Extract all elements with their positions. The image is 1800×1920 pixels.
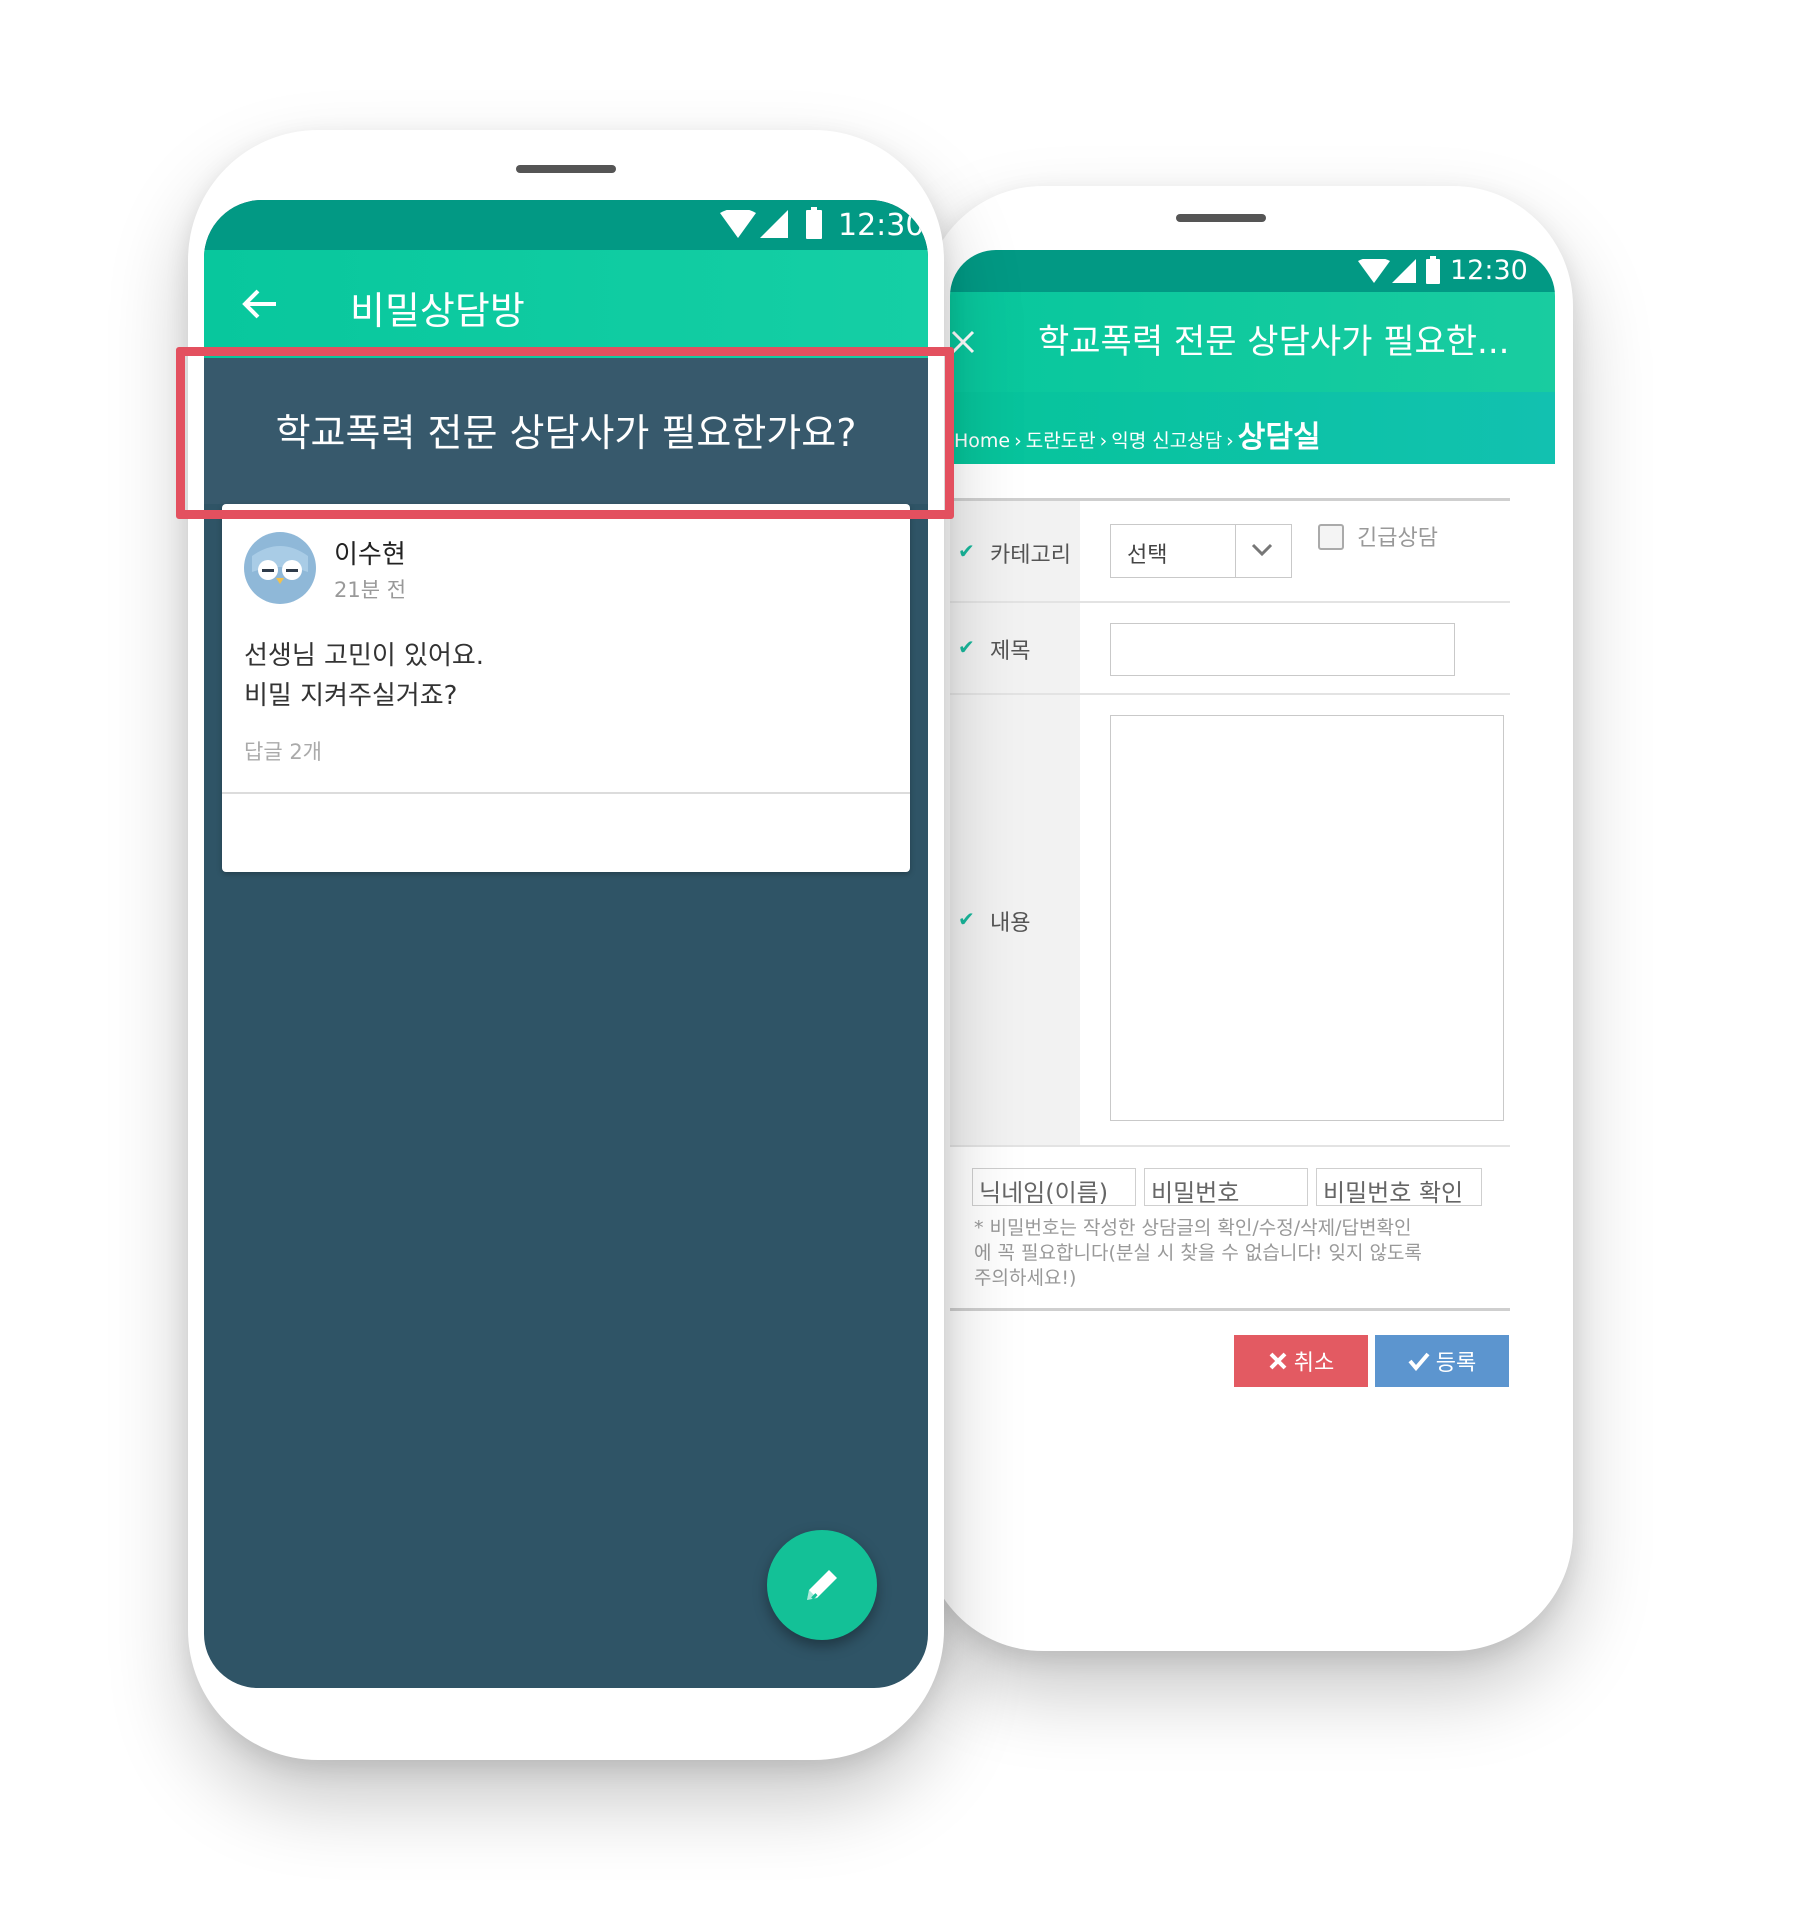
urgent-checkbox[interactable] — [1318, 524, 1344, 550]
chevron-right-icon: › — [1099, 430, 1108, 452]
content-label: 내용 — [990, 911, 1031, 936]
front-app-bar: 비밀상담방 — [204, 250, 928, 358]
cancel-button-label: 취소 — [1293, 1351, 1335, 1376]
front-status-bar: 12:30 — [204, 200, 928, 250]
category-label-cell: ✔ 카테고리 — [950, 501, 1080, 601]
battery-icon — [1426, 256, 1440, 284]
content-label-cell: ✔ 내용 — [950, 695, 1080, 1145]
breadcrumb: Home › 도란도란 › 익명 신고상담 › 상담실 — [950, 392, 1555, 464]
urgent-label: 긴급상담 — [1357, 526, 1438, 551]
title-label: 제목 — [990, 639, 1031, 664]
signal-icon — [1392, 259, 1416, 283]
question-highlight-box — [176, 347, 954, 519]
wifi-icon — [1358, 259, 1390, 283]
post-body: 선생님 고민이 있어요. 비밀 지켜주실거죠? — [244, 641, 485, 711]
back-app-bar: 학교폭력 전문 상담사가 필요한... — [950, 292, 1555, 392]
chevron-down-icon — [1251, 543, 1273, 557]
owl-avatar — [244, 532, 316, 604]
back-phone-speaker — [1176, 214, 1266, 222]
check-icon: ✔ — [958, 907, 975, 931]
nickname-input[interactable]: 닉네임(이름) — [972, 1168, 1136, 1206]
x-icon — [1269, 1352, 1287, 1370]
password-notice: * 비밀번호는 작성한 상담글의 확인/수정/삭제/답변확인 에 꼭 필요합니다… — [974, 1217, 1422, 1289]
post-time: 21분 전 — [334, 578, 407, 602]
title-label-cell: ✔ 제목 — [950, 603, 1080, 693]
chevron-right-icon: › — [1226, 430, 1234, 452]
post-author: 이수현 — [334, 540, 406, 570]
front-app-title: 비밀상담방 — [350, 289, 525, 333]
back-app-title: 학교폭력 전문 상담사가 필요한... — [1038, 322, 1510, 362]
breadcrumb-item-home[interactable]: Home — [954, 430, 1010, 452]
wifi-icon — [720, 210, 756, 238]
breadcrumb-item-doran[interactable]: 도란도란 — [1026, 426, 1096, 453]
back-status-bar: 12:30 — [950, 250, 1555, 292]
form-bottom-divider — [950, 1308, 1510, 1311]
front-status-time: 12:30 — [838, 208, 925, 243]
front-phone-speaker — [516, 165, 616, 173]
password-input[interactable]: 비밀번호 — [1144, 1168, 1308, 1206]
reply-count[interactable]: 답글 2개 — [244, 736, 322, 766]
submit-button-label: 등록 — [1435, 1351, 1477, 1376]
submit-button[interactable]: 등록 — [1375, 1335, 1509, 1387]
cancel-button[interactable]: 취소 — [1234, 1335, 1368, 1387]
back-phone-screen: 12:30 학교폭력 전문 상담사가 필요한... Home › 도란도란 › … — [950, 250, 1555, 1560]
check-icon — [1408, 1352, 1430, 1371]
write-fab[interactable] — [767, 1530, 877, 1640]
card-divider — [222, 792, 910, 794]
password-confirm-input[interactable]: 비밀번호 확인 — [1316, 1168, 1482, 1206]
category-select[interactable]: 선택 — [1110, 524, 1292, 578]
battery-icon — [806, 207, 822, 239]
breadcrumb-item-report[interactable]: 익명 신고상담 — [1111, 426, 1222, 453]
post-card[interactable]: 이수현 21분 전 선생님 고민이 있어요. 비밀 지켜주실거죠? 답글 2개 — [222, 504, 910, 872]
category-select-value: 선택 — [1127, 543, 1168, 568]
title-input[interactable] — [1110, 623, 1455, 676]
signal-icon — [760, 210, 788, 238]
check-icon: ✔ — [958, 635, 975, 659]
chevron-right-icon: › — [1014, 430, 1022, 452]
breadcrumb-current: 상담실 — [1237, 420, 1321, 455]
arrow-left-icon[interactable] — [242, 288, 278, 320]
pencil-icon — [807, 1570, 837, 1600]
back-status-time: 12:30 — [1450, 255, 1528, 286]
category-label: 카테고리 — [990, 543, 1071, 568]
check-icon: ✔ — [958, 539, 975, 563]
content-textarea[interactable] — [1110, 715, 1504, 1121]
